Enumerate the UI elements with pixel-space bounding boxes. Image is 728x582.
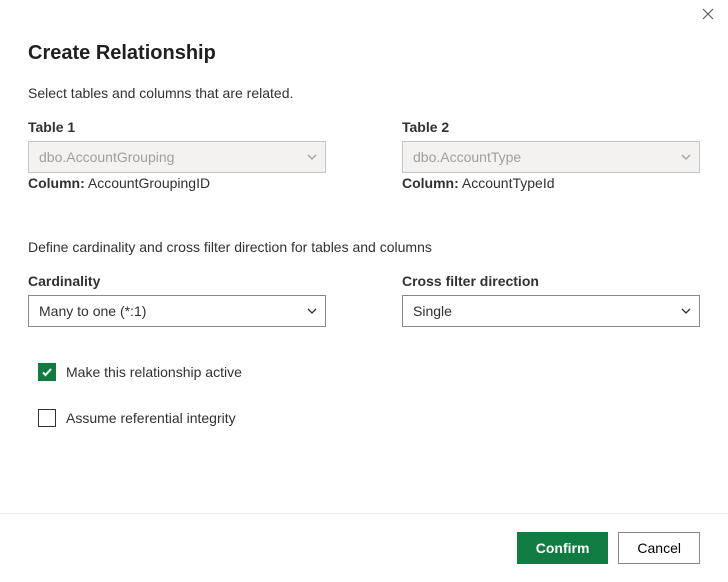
active-checkbox[interactable]	[38, 363, 56, 381]
dialog-subtitle: Select tables and columns that are relat…	[28, 85, 700, 101]
table1-select[interactable]: dbo.AccountGrouping	[28, 141, 326, 173]
table1-column-value: AccountGroupingID	[88, 175, 210, 191]
close-icon	[702, 8, 718, 20]
referential-checkbox[interactable]	[38, 409, 56, 427]
table1-label: Table 1	[28, 119, 326, 135]
table2-column-value: AccountTypeId	[462, 175, 555, 191]
checkmark-icon	[41, 366, 53, 378]
table1-column: Column: AccountGroupingID	[28, 175, 326, 191]
tables-row: Table 1 dbo.AccountGrouping Column: Acco…	[28, 119, 700, 191]
table1-value: dbo.AccountGrouping	[39, 149, 174, 165]
cardinality-section-desc: Define cardinality and cross filter dire…	[28, 239, 700, 255]
table1-col: Table 1 dbo.AccountGrouping Column: Acco…	[28, 119, 326, 191]
cancel-button[interactable]: Cancel	[618, 532, 700, 564]
chevron-down-icon	[307, 152, 317, 162]
crossfilter-select[interactable]: Single	[402, 295, 700, 327]
table2-value: dbo.AccountType	[413, 149, 521, 165]
active-checkbox-label: Make this relationship active	[66, 364, 242, 380]
close-button[interactable]	[702, 8, 718, 24]
cardinality-label: Cardinality	[28, 273, 326, 289]
dialog-title: Create Relationship	[28, 42, 700, 65]
confirm-button[interactable]: Confirm	[517, 532, 609, 564]
table2-col: Table 2 dbo.AccountType Column: AccountT…	[402, 119, 700, 191]
table2-label: Table 2	[402, 119, 700, 135]
chevron-down-icon	[681, 152, 691, 162]
referential-checkbox-row[interactable]: Assume referential integrity	[38, 409, 700, 427]
crossfilter-col: Cross filter direction Single	[402, 273, 700, 327]
dialog-footer: Confirm Cancel	[0, 513, 728, 582]
create-relationship-dialog: Create Relationship Select tables and co…	[0, 0, 728, 582]
chevron-down-icon	[681, 306, 691, 316]
chevron-down-icon	[307, 306, 317, 316]
referential-checkbox-label: Assume referential integrity	[66, 410, 236, 426]
table2-column-label: Column:	[402, 175, 459, 191]
active-checkbox-row[interactable]: Make this relationship active	[38, 363, 700, 381]
crossfilter-value: Single	[413, 303, 452, 319]
crossfilter-label: Cross filter direction	[402, 273, 700, 289]
table2-column: Column: AccountTypeId	[402, 175, 700, 191]
table1-column-label: Column:	[28, 175, 85, 191]
cardinality-value: Many to one (*:1)	[39, 303, 146, 319]
cardinality-row: Cardinality Many to one (*:1) Cross filt…	[28, 273, 700, 327]
cardinality-col: Cardinality Many to one (*:1)	[28, 273, 326, 327]
table2-select[interactable]: dbo.AccountType	[402, 141, 700, 173]
cardinality-select[interactable]: Many to one (*:1)	[28, 295, 326, 327]
